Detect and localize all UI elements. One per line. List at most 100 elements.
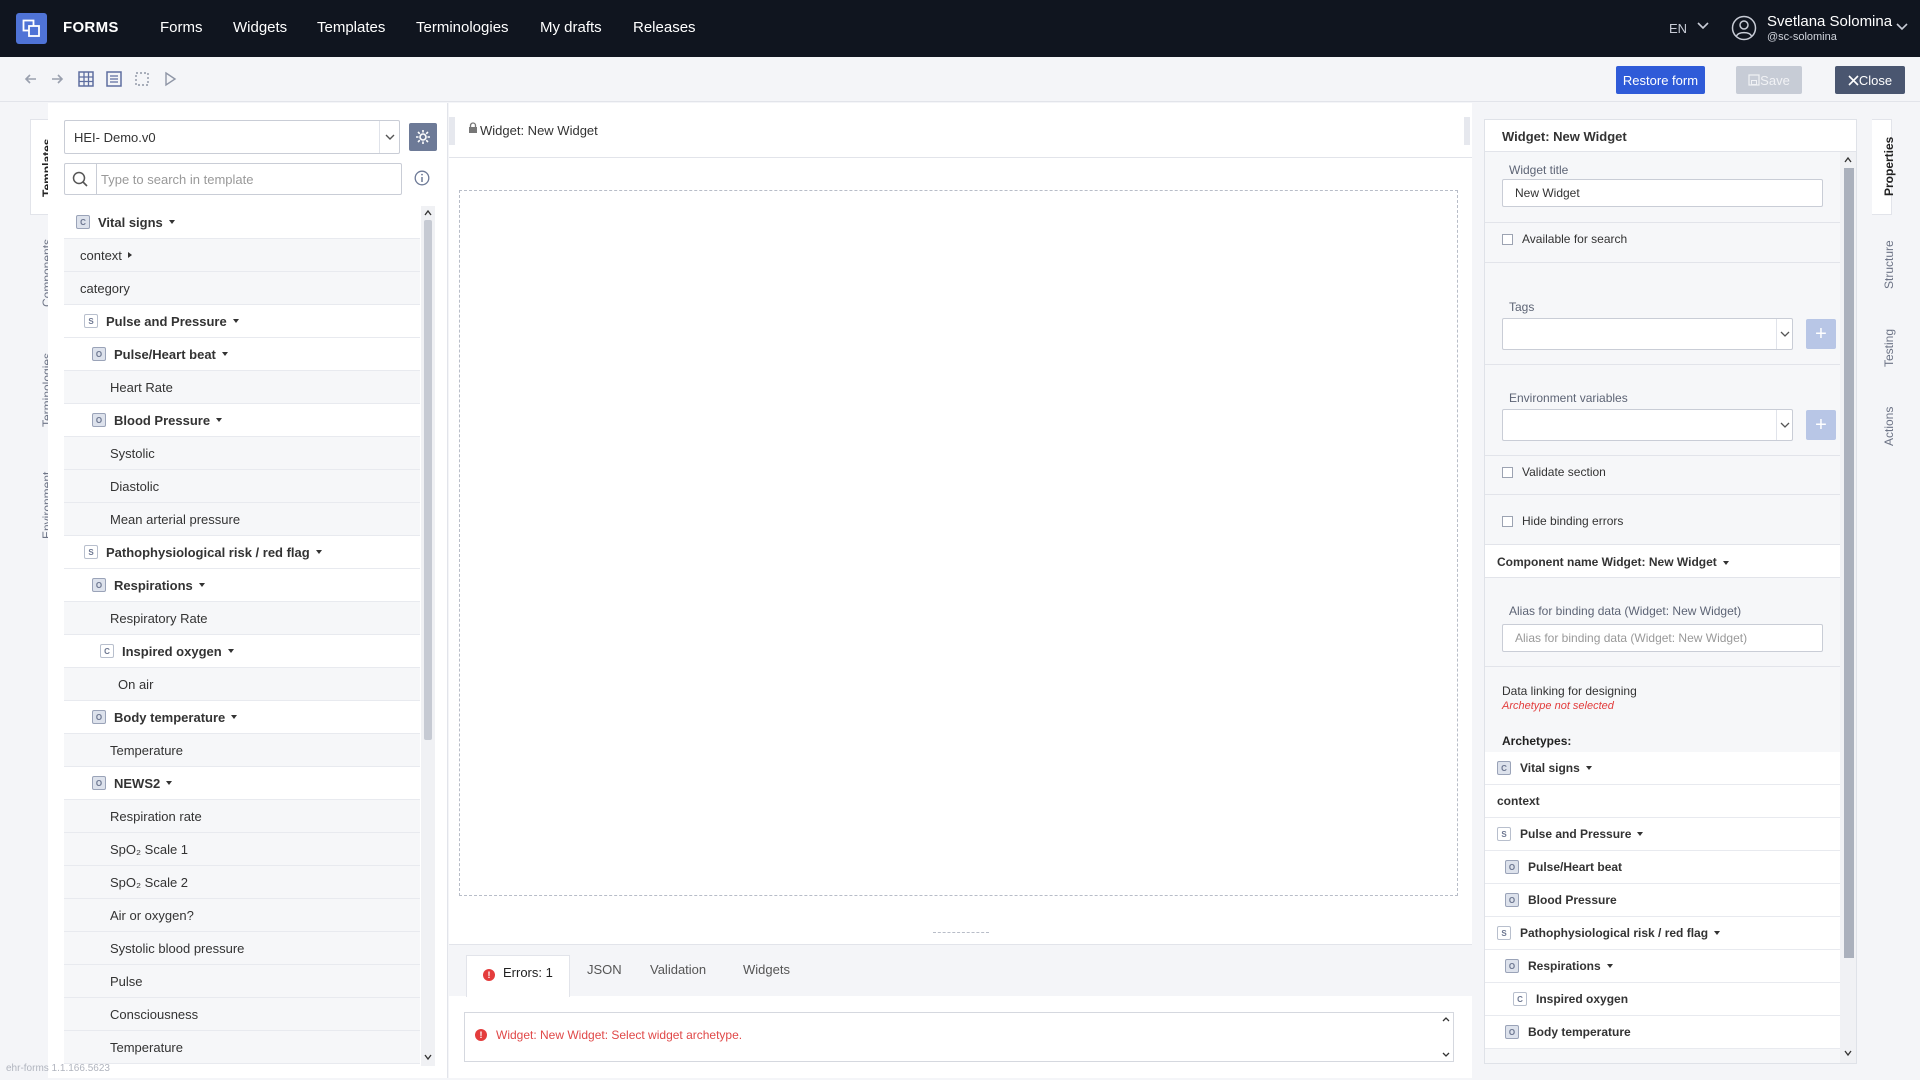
nav-forms[interactable]: Forms: [160, 19, 203, 36]
tab-json[interactable]: JSON: [587, 962, 622, 977]
archetype-item[interactable]: S Pulse and Pressure: [1485, 818, 1840, 851]
archetype-item[interactable]: C Vital signs: [1485, 752, 1840, 785]
error-list-scrollbar[interactable]: [1439, 1013, 1453, 1061]
widget-drop-area[interactable]: [459, 190, 1458, 896]
caret-down-icon[interactable]: [221, 352, 228, 356]
tree-item[interactable]: O Body temperature: [64, 701, 420, 734]
tree-item[interactable]: S Pathophysiological risk / red flag: [64, 536, 420, 569]
error-message[interactable]: Widget: New Widget: Select widget archet…: [496, 1028, 742, 1042]
list-view-icon[interactable]: [104, 69, 124, 89]
search-input[interactable]: [101, 170, 391, 188]
tree-item[interactable]: Systolic: [64, 437, 420, 470]
tab-errors[interactable]: ! Errors: 1: [466, 955, 570, 997]
tree-item[interactable]: Temperature: [64, 734, 420, 767]
search-icon[interactable]: [65, 164, 97, 194]
chevron-down-icon[interactable]: [379, 121, 399, 153]
caret-down-icon[interactable]: [232, 319, 239, 323]
caret-down-icon[interactable]: [315, 550, 322, 554]
validate-section-checkbox[interactable]: Validate section: [1502, 465, 1606, 479]
chevron-down-icon[interactable]: [1896, 23, 1908, 31]
archetype-item[interactable]: O Blood Pressure: [1485, 884, 1840, 917]
tree-item[interactable]: C Vital signs: [64, 206, 420, 239]
archetype-item[interactable]: S Pathophysiological risk / red flag: [1485, 917, 1840, 950]
available-for-search-checkbox[interactable]: Available for search: [1502, 232, 1627, 246]
caret-down-icon[interactable]: [1637, 832, 1644, 836]
tab-actions[interactable]: Actions: [1882, 407, 1920, 460]
save-button[interactable]: Save: [1736, 66, 1802, 94]
user-avatar-icon[interactable]: [1731, 15, 1757, 41]
caret-down-icon[interactable]: [1585, 766, 1592, 770]
undo-icon[interactable]: [21, 69, 41, 89]
info-icon[interactable]: [414, 170, 430, 186]
add-tag-button[interactable]: +: [1806, 319, 1836, 349]
tab-properties[interactable]: Properties: [1882, 137, 1920, 210]
template-select[interactable]: HEI- Demo.v0: [64, 120, 400, 154]
tree-item[interactable]: Consciousness: [64, 998, 420, 1031]
nav-my-drafts[interactable]: My drafts: [540, 19, 602, 36]
chevron-down-icon[interactable]: [1697, 22, 1709, 30]
properties-scrollbar[interactable]: [1840, 152, 1856, 1063]
tree-item[interactable]: O NEWS2: [64, 767, 420, 800]
scrollbar-thumb[interactable]: [424, 220, 432, 740]
tab-structure[interactable]: Structure: [1882, 240, 1920, 303]
hide-binding-errors-checkbox[interactable]: Hide binding errors: [1502, 514, 1623, 528]
scroll-down-icon[interactable]: [423, 1052, 433, 1062]
restore-form-button[interactable]: Restore form: [1616, 66, 1705, 94]
archetype-item[interactable]: O Respirations: [1485, 950, 1840, 983]
caret-right-icon[interactable]: [127, 252, 132, 258]
grid-view-icon[interactable]: [76, 69, 96, 89]
close-button[interactable]: Close: [1835, 66, 1905, 94]
app-logo-icon[interactable]: [16, 13, 47, 44]
tree-item[interactable]: Respiration rate: [64, 800, 420, 833]
add-environment-variable-button[interactable]: +: [1806, 410, 1836, 440]
nav-widgets[interactable]: Widgets: [233, 19, 287, 36]
widget-title-input[interactable]: New Widget: [1502, 179, 1823, 207]
tree-item[interactable]: context: [64, 239, 420, 272]
scrollbar-thumb[interactable]: [1844, 168, 1854, 958]
tree-item[interactable]: Mean arterial pressure: [64, 503, 420, 536]
panel-resize-handle[interactable]: [933, 932, 989, 936]
nav-terminologies[interactable]: Terminologies: [416, 19, 509, 36]
caret-down-icon[interactable]: [1714, 931, 1721, 935]
archetype-item[interactable]: O Body temperature: [1485, 1016, 1840, 1049]
collapse-left-handle[interactable]: [449, 117, 455, 145]
chevron-down-icon[interactable]: [1776, 319, 1792, 349]
tree-item[interactable]: SpO₂ Scale 2: [64, 866, 420, 899]
tree-item[interactable]: O Pulse/Heart beat: [64, 338, 420, 371]
play-preview-icon[interactable]: [160, 69, 180, 89]
tree-item[interactable]: category: [64, 272, 420, 305]
caret-down-icon[interactable]: [231, 715, 238, 719]
caret-down-icon[interactable]: [198, 583, 205, 587]
archetype-item[interactable]: C Inspired oxygen: [1485, 983, 1840, 1016]
chevron-down-icon[interactable]: [1776, 410, 1792, 440]
redo-icon[interactable]: [47, 69, 67, 89]
caret-down-icon[interactable]: [166, 781, 173, 785]
caret-down-icon[interactable]: [216, 418, 223, 422]
tree-item[interactable]: Pulse: [64, 965, 420, 998]
tree-item[interactable]: Diastolic: [64, 470, 420, 503]
tree-item[interactable]: Temperature: [64, 1031, 420, 1064]
checkbox[interactable]: [1502, 233, 1513, 245]
alias-input[interactable]: Alias for binding data (Widget: New Widg…: [1502, 624, 1823, 652]
tree-item[interactable]: Heart Rate: [64, 371, 420, 404]
environment-variables-select[interactable]: [1502, 409, 1793, 441]
scroll-up-icon[interactable]: [1843, 155, 1853, 165]
tab-widgets[interactable]: Widgets: [743, 962, 790, 977]
tab-validation[interactable]: Validation: [650, 962, 706, 977]
tree-item[interactable]: C Inspired oxygen: [64, 635, 420, 668]
caret-down-icon[interactable]: [227, 649, 234, 653]
template-settings-button[interactable]: [409, 123, 437, 151]
tree-item[interactable]: Systolic blood pressure: [64, 932, 420, 965]
tree-item[interactable]: S Pulse and Pressure: [64, 305, 420, 338]
archetype-item[interactable]: O Pulse/Heart beat: [1485, 851, 1840, 884]
caret-down-icon[interactable]: [168, 220, 175, 224]
tags-select[interactable]: [1502, 318, 1793, 350]
tree-item[interactable]: Air or oxygen?: [64, 899, 420, 932]
scroll-down-icon[interactable]: [1843, 1048, 1853, 1058]
select-area-icon[interactable]: [132, 69, 152, 89]
component-name-section[interactable]: Component name Widget: New Widget: [1485, 544, 1840, 578]
checkbox[interactable]: [1502, 466, 1513, 478]
archetype-item[interactable]: context: [1485, 785, 1840, 818]
scroll-up-icon[interactable]: [423, 208, 433, 218]
nav-releases[interactable]: Releases: [633, 19, 696, 36]
